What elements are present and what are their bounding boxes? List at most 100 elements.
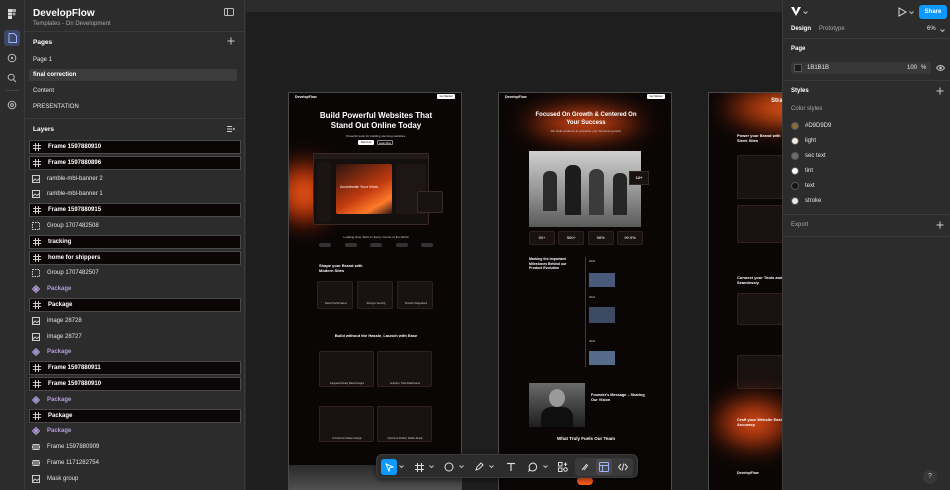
page-color-swatch[interactable] <box>794 64 802 72</box>
left-rail <box>0 0 25 490</box>
layer-item[interactable]: image 28727 <box>29 330 241 344</box>
image-icon <box>31 474 41 484</box>
add-page-icon[interactable] <box>227 37 235 45</box>
canvas[interactable]: DevelopFlow Get Started Build Powerful W… <box>246 0 782 490</box>
chevron-down-icon[interactable] <box>429 464 434 469</box>
color-style-item[interactable]: sec text <box>791 150 826 162</box>
layer-item[interactable]: Frame 1171282754 <box>29 456 241 470</box>
color-style-item[interactable]: stroke <box>791 195 821 207</box>
pen-tool-icon[interactable] <box>471 459 487 475</box>
tab-design[interactable]: Design <box>791 26 811 32</box>
chevron-down-icon[interactable] <box>399 464 404 469</box>
zoom-level[interactable]: 6% <box>927 26 936 32</box>
properties-panel: Share Design Prototype 6% Page 1B1B1B 10… <box>782 0 950 490</box>
frame-home-page[interactable]: DevelopFlow Get Started Build Powerful W… <box>288 92 462 490</box>
layer-list-options-icon[interactable] <box>227 125 236 133</box>
styles-heading: Styles <box>791 88 809 94</box>
frame1-app-title: Accelerate Your Work <box>340 184 379 189</box>
main-menu-icon[interactable] <box>4 6 20 22</box>
color-style-item[interactable]: tint <box>791 165 813 177</box>
layer-item[interactable]: Package <box>29 408 241 423</box>
layer-item[interactable]: Frame 1597880915 <box>29 203 241 218</box>
dev-mode-icon[interactable] <box>615 459 631 475</box>
plugins-icon[interactable] <box>4 97 20 113</box>
frame2-team-title: What Truly Fuels Our Team <box>557 436 615 441</box>
frame2-cta-button[interactable]: Get Started <box>647 94 665 99</box>
color-style-item[interactable]: text <box>791 180 815 192</box>
layer-item[interactable]: Mask group <box>29 472 241 486</box>
feature-label: Better Performance <box>325 302 347 305</box>
page-item-content[interactable]: Content <box>29 85 237 97</box>
layer-item[interactable]: Frame 1597880909 <box>29 440 241 454</box>
chevron-down-icon[interactable] <box>459 464 464 469</box>
layer-item[interactable]: image 28728 <box>29 314 241 328</box>
page-item-final-correction[interactable]: final correction <box>29 69 237 81</box>
layer-item[interactable]: Package <box>29 298 241 312</box>
chevron-down-icon[interactable] <box>803 10 808 15</box>
frame-about-page[interactable]: DevelopFlow Get Started Focused On Growt… <box>498 92 672 490</box>
layer-item[interactable]: Frame 1597880896 <box>29 155 241 170</box>
layer-item[interactable]: Package <box>29 393 241 407</box>
file-title[interactable]: DevelopFlow <box>33 8 95 19</box>
chevron-down-icon[interactable] <box>489 464 494 469</box>
layer-item-label: ramble-mbl-banner 1 <box>47 191 103 198</box>
layer-item[interactable]: home for shippers <box>29 250 241 265</box>
sidebar-toggle-icon[interactable] <box>224 8 234 16</box>
layer-item[interactable]: Package <box>29 282 241 296</box>
page-background-field[interactable]: 1B1B1B 100 % <box>791 62 931 74</box>
layer-item[interactable]: Package <box>29 345 241 359</box>
color-style-label: text <box>805 183 815 189</box>
color-style-item[interactable]: light <box>791 135 816 147</box>
layer-item[interactable]: Frame 1597880910 <box>29 377 241 391</box>
user-avatar-icon[interactable] <box>791 7 801 17</box>
frame1-secondary-button[interactable]: Learn More <box>377 140 393 145</box>
layer-item[interactable]: Package <box>29 424 241 438</box>
layer-item[interactable]: Frame 1597880911 <box>29 361 241 376</box>
text-tool-icon[interactable] <box>503 459 519 475</box>
ellipse-tool-icon[interactable] <box>441 459 457 475</box>
stat-card: 98% <box>587 231 614 245</box>
layer-item[interactable]: tracking <box>29 234 241 249</box>
page-opacity[interactable]: 100 <box>907 65 917 71</box>
move-tool-icon[interactable] <box>381 459 397 475</box>
frame1-product-card-4: Optimized Publish, Mobile Ready <box>377 406 432 442</box>
layer-item[interactable]: ramble-mbl-banner 1 <box>29 187 241 201</box>
group-icon <box>31 221 41 231</box>
visibility-eye-icon[interactable] <box>935 64 946 72</box>
frame-tool-icon[interactable] <box>411 459 427 475</box>
layer-item[interactable]: Frame 1597880910 <box>29 140 241 154</box>
add-export-icon[interactable] <box>936 221 944 229</box>
chevron-down-icon[interactable] <box>543 464 548 469</box>
file-layers-icon[interactable] <box>4 30 20 46</box>
page-item-page-1[interactable]: Page 1 <box>29 54 237 66</box>
share-button[interactable]: Share <box>919 5 947 19</box>
tab-prototype[interactable]: Prototype <box>819 26 845 32</box>
color-style-item[interactable]: #D9D9D9 <box>791 120 831 132</box>
layer-item[interactable]: Group 1707482507 <box>29 266 241 280</box>
frame1-hero-sub: Powerful tools for building stunning web… <box>346 134 406 138</box>
layer-item[interactable]: Group 1707482508 <box>29 219 241 233</box>
chevron-down-icon[interactable] <box>909 10 914 15</box>
frame1-primary-button[interactable]: Start Now <box>358 140 374 145</box>
present-play-icon[interactable] <box>897 7 908 17</box>
search-icon[interactable] <box>4 70 20 86</box>
frame1-hero-title: Build Powerful Websites That Stand Out O… <box>319 111 433 130</box>
group-icon <box>31 268 41 278</box>
chevron-down-icon[interactable] <box>940 28 945 33</box>
comment-tool-icon[interactable] <box>525 459 541 475</box>
frame1-cta-button[interactable]: Get Started <box>437 94 455 99</box>
help-button[interactable]: ? <box>923 470 937 484</box>
page-item-presentation[interactable]: PRESENTATION <box>29 101 237 113</box>
design-mode-icon[interactable] <box>596 459 612 475</box>
layer-item-label: Package <box>47 349 72 356</box>
page-color-hex[interactable]: 1B1B1B <box>807 65 829 71</box>
draw-mode-icon[interactable] <box>577 459 593 475</box>
frame-features-page[interactable]: Strategies Ideas Power your Brand with S… <box>708 92 782 490</box>
color-swatch <box>791 152 799 160</box>
add-style-icon[interactable] <box>936 87 944 95</box>
stat-card: 50+ <box>529 231 555 245</box>
frame3-title-b: Connect your Tools and Work Seamlessly <box>737 275 782 285</box>
actions-tool-icon[interactable] <box>555 459 571 475</box>
assets-icon[interactable] <box>4 50 20 66</box>
layer-item[interactable]: ramble-mbl-banner 2 <box>29 172 241 186</box>
